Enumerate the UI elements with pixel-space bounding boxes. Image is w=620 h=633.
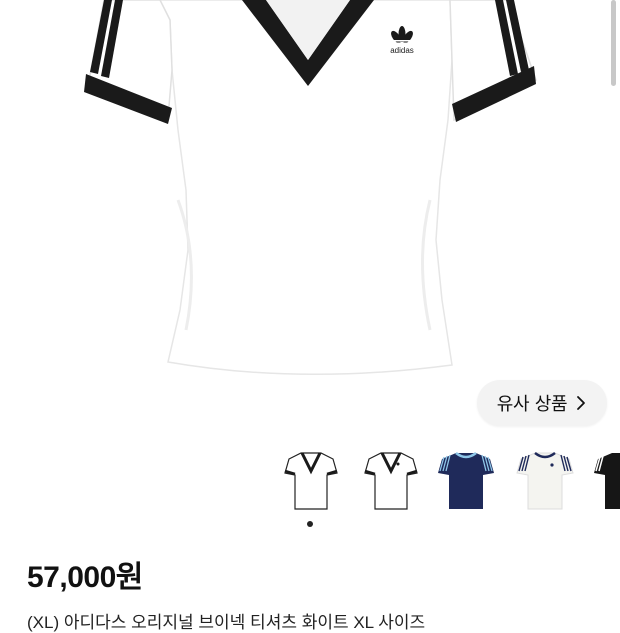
thumbnail-1[interactable] bbox=[281, 447, 341, 513]
thumbnail-5[interactable] bbox=[592, 447, 620, 513]
tshirt-thumbnail-icon bbox=[516, 451, 574, 510]
page-scrollbar[interactable] bbox=[611, 0, 616, 86]
brand-logo-text: adidas bbox=[390, 46, 414, 55]
similar-products-button[interactable]: 유사 상품 bbox=[477, 380, 607, 426]
similar-products-label: 유사 상품 bbox=[496, 394, 568, 415]
product-main-image[interactable]: adidas bbox=[0, 0, 620, 430]
tshirt-thumbnail-icon bbox=[364, 452, 418, 510]
thumbnail-3[interactable] bbox=[436, 447, 496, 513]
tshirt-thumbnail-icon bbox=[284, 452, 338, 510]
tshirt-thumbnail-icon bbox=[438, 451, 494, 509]
thumbnail-4[interactable] bbox=[515, 447, 575, 513]
chevron-right-icon bbox=[577, 396, 586, 410]
tshirt-illustration: adidas bbox=[84, 0, 537, 376]
thumbnail-strip[interactable] bbox=[281, 447, 620, 513]
tshirt-thumbnail-icon bbox=[594, 453, 620, 509]
thumbnail-2[interactable] bbox=[361, 447, 421, 513]
product-price: 57,000원 bbox=[27, 561, 143, 594]
pagination-dot-active bbox=[307, 521, 313, 527]
product-title: (XL) 아디다스 오리지널 브이넥 티셔츠 화이트 XL 사이즈 bbox=[27, 613, 426, 632]
